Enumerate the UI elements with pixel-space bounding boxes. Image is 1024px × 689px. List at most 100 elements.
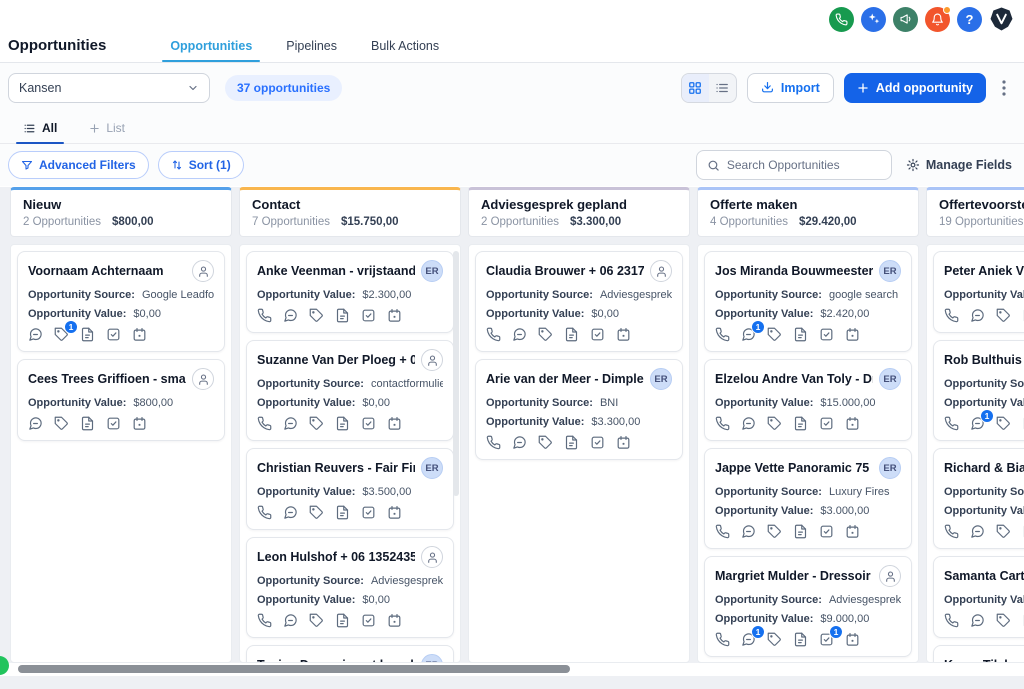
bell-icon[interactable]	[925, 7, 950, 32]
file-icon[interactable]	[564, 435, 580, 451]
opportunity-card[interactable]: Cees Trees Griffioen - smalle h...Opport…	[17, 359, 225, 441]
chat-icon[interactable]	[970, 613, 986, 629]
calendar-icon[interactable]	[845, 416, 861, 432]
sort-button[interactable]: Sort (1)	[158, 151, 244, 179]
phone-icon[interactable]	[715, 524, 731, 540]
phone-icon[interactable]	[257, 416, 273, 432]
chat-icon[interactable]	[283, 416, 299, 432]
task-icon[interactable]	[819, 416, 835, 432]
chat-icon[interactable]	[970, 524, 986, 540]
assign-user-icon[interactable]	[192, 260, 214, 282]
calendar-icon[interactable]	[387, 308, 403, 324]
add-opportunity-button[interactable]: Add opportunity	[844, 73, 986, 103]
chat-icon[interactable]	[283, 505, 299, 521]
calendar-icon[interactable]	[387, 416, 403, 432]
opportunity-card[interactable]: Elzelou Andre Van Toly - Dress...EROppor…	[704, 359, 912, 441]
file-icon[interactable]	[793, 632, 809, 648]
opportunity-card[interactable]: Rob Bulthuis + 0Opportunity Source:Oppor…	[933, 340, 1024, 441]
opportunity-card[interactable]: Christian Reuvers - Fair Fires T...EROpp…	[246, 448, 454, 530]
opportunity-card[interactable]: Voornaam AchternaamOpportunity Source:Go…	[17, 251, 225, 352]
opportunity-card[interactable]: Margriet Mulder - Dressoir met...Opportu…	[704, 556, 912, 657]
phone-icon[interactable]	[944, 416, 960, 432]
tag-icon[interactable]	[309, 416, 325, 432]
list-view-button[interactable]	[709, 74, 736, 102]
phone-icon[interactable]	[257, 613, 273, 629]
tab-bulk-actions[interactable]: Bulk Actions	[369, 39, 441, 62]
file-icon[interactable]	[80, 416, 96, 432]
phone-icon[interactable]	[257, 505, 273, 521]
horizontal-scrollbar-thumb[interactable]	[18, 665, 570, 673]
task-icon[interactable]	[819, 327, 835, 343]
file-icon[interactable]	[335, 505, 351, 521]
chat-icon[interactable]: 1	[741, 327, 757, 343]
tag-icon[interactable]	[996, 416, 1012, 432]
tag-icon[interactable]	[996, 613, 1012, 629]
task-icon[interactable]	[819, 524, 835, 540]
calendar-icon[interactable]	[387, 505, 403, 521]
opportunity-card[interactable]: Claudia Brouwer + 06 23172608Opportunity…	[475, 251, 683, 352]
chat-icon[interactable]	[283, 613, 299, 629]
task-icon[interactable]	[361, 505, 377, 521]
phone-icon[interactable]	[257, 308, 273, 324]
chat-icon[interactable]	[28, 327, 44, 343]
file-icon[interactable]	[793, 524, 809, 540]
chat-icon[interactable]	[283, 308, 299, 324]
opportunity-card[interactable]: Arie van der Meer - Dimplex 3-...EROppor…	[475, 359, 683, 460]
tag-icon[interactable]	[309, 613, 325, 629]
calendar-icon[interactable]	[845, 327, 861, 343]
tag-icon[interactable]	[767, 327, 783, 343]
sparkles-icon[interactable]	[861, 7, 886, 32]
calendar-icon[interactable]	[616, 327, 632, 343]
owner-avatar[interactable]: ER	[879, 368, 901, 390]
tab-opportunities[interactable]: Opportunities	[168, 39, 254, 62]
opportunity-card[interactable]: Jos Miranda Bouwmeester - In...EROpportu…	[704, 251, 912, 352]
help-icon[interactable]: ?	[957, 7, 982, 32]
opportunity-card[interactable]: Karen Tilch - CirOpportunity Source:	[933, 645, 1024, 663]
phone-icon[interactable]	[715, 632, 731, 648]
file-icon[interactable]	[335, 613, 351, 629]
file-icon[interactable]	[793, 416, 809, 432]
owner-avatar[interactable]: ER	[421, 457, 443, 479]
calendar-icon[interactable]	[132, 327, 148, 343]
chat-icon[interactable]	[512, 435, 528, 451]
calendar-icon[interactable]	[616, 435, 632, 451]
add-list-tab[interactable]: List	[86, 121, 128, 143]
chat-icon[interactable]	[741, 524, 757, 540]
file-icon[interactable]	[564, 327, 580, 343]
tab-all[interactable]: All	[20, 121, 60, 143]
opportunity-card[interactable]: Jappe Vette Panoramic 75EROpportunity So…	[704, 448, 912, 549]
task-icon[interactable]	[590, 435, 606, 451]
opportunity-card[interactable]: Samanta CartonOpportunity Value:	[933, 556, 1024, 638]
advanced-filters-button[interactable]: Advanced Filters	[8, 151, 149, 179]
phone-icon[interactable]	[944, 524, 960, 540]
opportunity-card[interactable]: Anke Veenman - vrijstaande k...EROpportu…	[246, 251, 454, 333]
manage-fields-button[interactable]: Manage Fields	[906, 158, 1012, 172]
pipeline-select[interactable]: Kansen	[8, 73, 210, 103]
file-icon[interactable]	[80, 327, 96, 343]
task-icon[interactable]: 1	[819, 632, 835, 648]
phone-icon[interactable]	[715, 416, 731, 432]
chat-icon[interactable]	[970, 308, 986, 324]
chat-icon[interactable]	[512, 327, 528, 343]
grid-view-button[interactable]	[682, 74, 709, 102]
owner-avatar[interactable]: ER	[879, 260, 901, 282]
import-button[interactable]: Import	[747, 73, 834, 103]
phone-icon[interactable]	[486, 435, 502, 451]
task-icon[interactable]	[106, 416, 122, 432]
opportunity-card[interactable]: Peter Aniek Vd HOpportunity Value:	[933, 251, 1024, 333]
chat-icon[interactable]: 1	[741, 632, 757, 648]
opportunity-card[interactable]: Suzanne Van Der Ploeg + 06 2...Opportuni…	[246, 340, 454, 441]
tab-pipelines[interactable]: Pipelines	[284, 39, 339, 62]
chat-icon[interactable]	[741, 416, 757, 432]
opportunity-card[interactable]: Leon Hulshof + 06 13524352Opportunity So…	[246, 537, 454, 638]
chat-icon[interactable]: 1	[970, 416, 986, 432]
calendar-icon[interactable]	[845, 524, 861, 540]
phone-icon[interactable]	[944, 613, 960, 629]
tag-icon[interactable]	[767, 524, 783, 540]
phone-icon[interactable]	[829, 7, 854, 32]
file-icon[interactable]	[793, 327, 809, 343]
assign-user-icon[interactable]	[192, 368, 214, 390]
assign-user-icon[interactable]	[650, 260, 672, 282]
tag-icon[interactable]	[996, 524, 1012, 540]
calendar-icon[interactable]	[845, 632, 861, 648]
